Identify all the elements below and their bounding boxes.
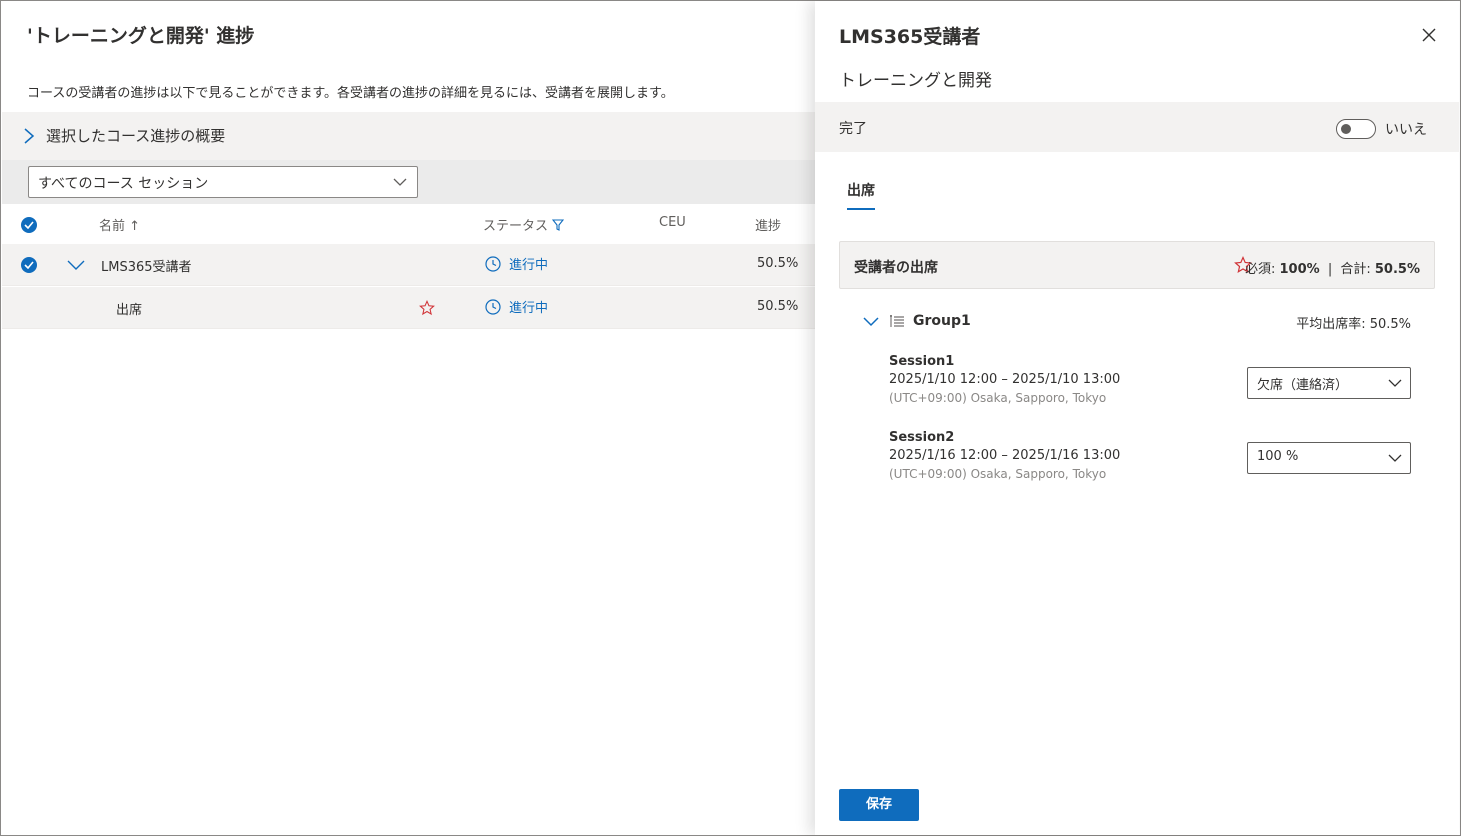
- session-name: Session2: [889, 430, 955, 445]
- column-header-status-label: ステータス: [483, 219, 549, 234]
- clock-icon: [485, 255, 501, 272]
- clock-icon: [485, 298, 501, 315]
- session-time: 2025/1/16 12:00 – 2025/1/16 13:00: [889, 448, 1121, 463]
- checkmark-icon: [24, 221, 34, 229]
- session-filter-dropdown[interactable]: すべてのコース セッション: [28, 166, 418, 198]
- star-icon: [419, 300, 435, 316]
- chevron-down-icon: [1388, 379, 1402, 387]
- progress-summary-toggle[interactable]: 選択したコース進捗の概要: [2, 112, 815, 160]
- completion-toggle-label: いいえ: [1385, 122, 1427, 138]
- status-cell: 進行中: [485, 297, 548, 316]
- tab-attendance[interactable]: 出席: [847, 180, 875, 200]
- table-row[interactable]: LMS365受講者 進行中 50.5%: [2, 244, 815, 286]
- session-attendance-value: 100 %: [1257, 449, 1299, 464]
- select-all-checkbox[interactable]: [21, 217, 37, 233]
- chevron-right-icon: [24, 128, 35, 144]
- total-value: 50.5%: [1374, 262, 1420, 277]
- column-header-ceu[interactable]: CEU: [659, 215, 686, 230]
- panel-subtitle: トレーニングと開発: [839, 71, 992, 91]
- chevron-down-icon[interactable]: [863, 316, 879, 328]
- learner-name[interactable]: LMS365受講者: [101, 256, 192, 275]
- status-text: 進行中: [509, 258, 549, 273]
- close-icon[interactable]: [1419, 25, 1439, 45]
- group-name: Group1: [913, 313, 971, 329]
- filter-bar: すべてのコース セッション: [2, 160, 815, 204]
- session-attendance-dropdown[interactable]: 欠席（連絡済）: [1247, 367, 1411, 399]
- page-title: 'トレーニングと開発' 進捗: [27, 25, 255, 47]
- column-header-name[interactable]: 名前 ↑: [99, 215, 140, 234]
- required-value: 100%: [1279, 262, 1320, 277]
- page-description: コースの受講者の進捗は以下で見ることができます。各受講者の進捗の詳細を見るには、…: [27, 86, 674, 101]
- table-row[interactable]: 出席 進行中 50.5%: [2, 287, 815, 329]
- session-group[interactable]: Group1 平均出席率: 50.5%: [861, 311, 1411, 333]
- column-header-progress[interactable]: 進捗: [755, 215, 781, 234]
- toggle-knob: [1341, 124, 1351, 134]
- session-timezone: (UTC+09:00) Osaka, Sapporo, Tokyo: [889, 391, 1107, 405]
- group-average-attendance: 平均出席率: 50.5%: [1296, 317, 1411, 332]
- completion-bar: 完了 いいえ: [815, 102, 1459, 152]
- progress-page: 'トレーニングと開発' 進捗 コースの受講者の進捗は以下で見ることができます。各…: [1, 1, 815, 835]
- table-header: 名前 ↑ ステータス CEU 進捗: [2, 204, 815, 244]
- session-item: Session1 2025/1/10 12:00 – 2025/1/10 13:…: [889, 353, 1229, 407]
- attendance-summary: 必須: 100% | 合計: 50.5%: [1245, 258, 1420, 277]
- save-button[interactable]: 保存: [839, 789, 919, 821]
- session-attendance-dropdown[interactable]: 100 %: [1247, 442, 1411, 474]
- attendance-header: 受講者の出席 必須: 100% | 合計: 50.5%: [839, 241, 1435, 289]
- tab-active-indicator: [847, 208, 875, 210]
- session-name: Session1: [889, 354, 955, 369]
- checkmark-icon: [24, 261, 34, 269]
- total-label: 合計:: [1340, 262, 1371, 277]
- completion-toggle[interactable]: [1336, 119, 1376, 139]
- learner-detail-panel: LMS365受講者 トレーニングと開発 完了 いいえ 出席 受講者の出席 必須:…: [815, 1, 1459, 835]
- progress-value: 50.5%: [757, 299, 799, 314]
- session-time: 2025/1/10 12:00 – 2025/1/10 13:00: [889, 372, 1121, 387]
- status-cell: 進行中: [485, 254, 548, 273]
- summary-separator: |: [1327, 262, 1333, 277]
- chevron-down-icon[interactable]: [67, 260, 85, 271]
- filter-icon: [552, 219, 565, 231]
- panel-title: LMS365受講者: [839, 26, 981, 48]
- session-item: Session2 2025/1/16 12:00 – 2025/1/16 13:…: [889, 429, 1229, 483]
- progress-value: 50.5%: [757, 256, 799, 271]
- list-icon: [890, 315, 904, 327]
- session-attendance-value: 欠席（連絡済）: [1257, 378, 1349, 393]
- completion-label: 完了: [839, 121, 867, 137]
- session-filter-value: すべてのコース セッション: [38, 176, 209, 192]
- attendance-title: 受講者の出席: [854, 260, 938, 276]
- chevron-down-icon: [1388, 454, 1402, 462]
- required-label: 必須:: [1244, 262, 1276, 277]
- status-text: 進行中: [509, 301, 549, 316]
- progress-summary-label: 選択したコース進捗の概要: [46, 127, 226, 145]
- row-checkbox[interactable]: [21, 257, 37, 273]
- session-timezone: (UTC+09:00) Osaka, Sapporo, Tokyo: [889, 467, 1107, 481]
- column-header-status[interactable]: ステータス: [483, 215, 565, 234]
- chevron-down-icon: [393, 178, 407, 186]
- item-name: 出席: [116, 303, 143, 318]
